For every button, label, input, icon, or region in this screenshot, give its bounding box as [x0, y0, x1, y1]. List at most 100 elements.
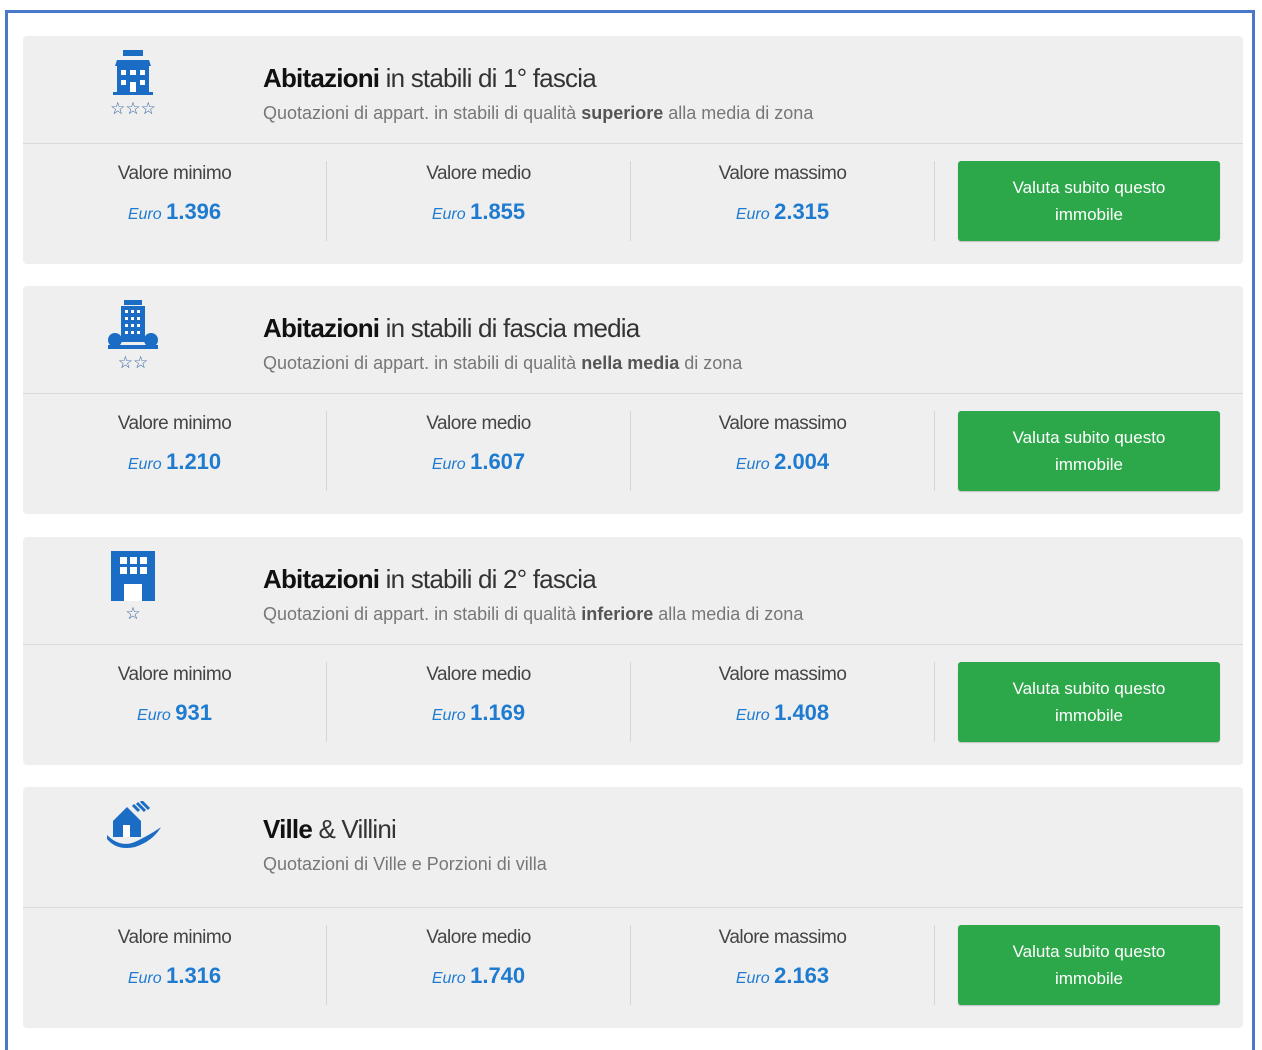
value-label: Valore massimo [718, 664, 847, 685]
value-amount: Euro 1.210 [23, 449, 326, 475]
value-amount: Euro 2.315 [631, 199, 934, 225]
card-title: Ville & Villini [263, 814, 397, 845]
value-avg: Valore medio Euro 1.169 [327, 662, 631, 742]
currency: Euro [127, 456, 162, 473]
currency: Euro [431, 206, 466, 223]
title-rest: in stabili di 2° fascia [379, 564, 597, 594]
value-label: Valore massimo [718, 927, 847, 948]
value-label: Valore minimo [117, 927, 232, 948]
value-amount: Euro 931 [23, 700, 326, 726]
value-avg: Valore medio Euro 1.855 [327, 161, 631, 241]
value-max: Valore massimo Euro 2.004 [631, 411, 935, 491]
subtitle-bold: superiore [581, 103, 664, 123]
value-label: Valore medio [426, 664, 531, 685]
amount: 1.855 [470, 199, 526, 224]
value-min: Valore minimo Euro 1.316 [23, 925, 327, 1005]
amount: 2.315 [774, 199, 830, 224]
card-subtitle: Quotazioni di appart. in stabili di qual… [263, 604, 803, 625]
value-amount: Euro 1.855 [327, 199, 630, 225]
card-title: Abitazioni in stabili di 1° fascia [263, 63, 597, 94]
card-values: Valore minimo Euro 1.316 Valore medio Eu… [23, 908, 1243, 1028]
amount: 1.169 [470, 700, 526, 725]
subtitle-pre: Quotazioni di Ville e Porzioni di villa [263, 854, 547, 874]
evaluate-button[interactable]: Valuta subito questo immobile [958, 411, 1220, 491]
title-rest: in stabili di 1° fascia [379, 63, 597, 93]
value-amount: Euro 2.004 [631, 449, 934, 475]
quality-stars: ☆☆☆ [110, 99, 156, 119]
amount: 1.210 [166, 449, 222, 474]
evaluate-button[interactable]: Valuta subito questo immobile [958, 161, 1220, 241]
currency: Euro [735, 707, 770, 724]
title-rest: in stabili di fascia media [379, 313, 641, 343]
card-header: ☆☆☆ Abitazioni in stabili di 1° fascia Q… [23, 36, 1243, 144]
card-title: Abitazioni in stabili di fascia media [263, 313, 641, 344]
card-header: Ville & Villini Quotazioni di Ville e Po… [23, 787, 1243, 908]
currency: Euro [137, 707, 171, 724]
amount: 2.004 [774, 449, 830, 474]
amount: 1.607 [470, 449, 526, 474]
evaluate-button[interactable]: Valuta subito questo immobile [958, 662, 1220, 742]
amount: 1.408 [774, 700, 830, 725]
value-min: Valore minimo Euro 1.396 [23, 161, 327, 241]
currency: Euro [735, 206, 770, 223]
value-label: Valore minimo [117, 413, 232, 434]
quality-stars: ☆☆ [117, 353, 149, 373]
price-card-second-band: ☆ Abitazioni in stabili di 2° fascia Quo… [23, 537, 1243, 765]
currency: Euro [431, 707, 466, 724]
card-values: Valore minimo Euro 931 Valore medio Euro… [23, 645, 1243, 765]
value-label: Valore massimo [718, 413, 847, 434]
subtitle-post: alla media di zona [663, 103, 814, 123]
value-avg: Valore medio Euro 1.740 [327, 925, 631, 1005]
value-max: Valore massimo Euro 2.315 [631, 161, 935, 241]
subtitle-pre: Quotazioni di appart. in stabili di qual… [263, 353, 582, 373]
currency: Euro [431, 456, 466, 473]
value-amount: Euro 1.169 [327, 700, 630, 726]
value-label: Valore medio [426, 163, 531, 184]
card-title: Abitazioni in stabili di 2° fascia [263, 564, 597, 595]
title-bold: Abitazioni [263, 564, 380, 594]
value-amount: Euro 2.163 [631, 963, 934, 989]
currency: Euro [127, 206, 162, 223]
card-subtitle: Quotazioni di appart. in stabili di qual… [263, 353, 742, 374]
value-label: Valore medio [426, 413, 531, 434]
card-header: ☆ Abitazioni in stabili di 2° fascia Quo… [23, 537, 1243, 645]
amount: 1.740 [470, 963, 526, 988]
tall-building-icon [108, 300, 158, 349]
card-values: Valore minimo Euro 1.396 Valore medio Eu… [23, 144, 1243, 264]
value-label: Valore minimo [117, 163, 232, 184]
value-min: Valore minimo Euro 1.210 [23, 411, 327, 491]
card-values: Valore minimo Euro 1.210 Valore medio Eu… [23, 394, 1243, 514]
title-rest: & Villini [312, 814, 397, 844]
icon-block: ☆ [103, 551, 163, 624]
value-label: Valore minimo [117, 664, 232, 685]
subtitle-pre: Quotazioni di appart. in stabili di qual… [263, 103, 582, 123]
card-subtitle: Quotazioni di appart. in stabili di qual… [263, 103, 813, 124]
currency: Euro [735, 456, 770, 473]
house-villa-icon [113, 50, 153, 95]
icon-block: ☆☆ [103, 300, 163, 373]
value-min: Valore minimo Euro 931 [23, 662, 327, 742]
subtitle-bold: inferiore [581, 604, 654, 624]
amount: 931 [175, 700, 212, 725]
subtitle-post: di zona [679, 353, 743, 373]
title-bold: Ville [263, 814, 313, 844]
price-card-mid-band: ☆☆ Abitazioni in stabili di fascia media… [23, 286, 1243, 514]
title-bold: Abitazioni [263, 63, 380, 93]
value-amount: Euro 1.316 [23, 963, 326, 989]
currency: Euro [735, 970, 770, 987]
villa-hand-icon [107, 801, 161, 848]
price-card-villas: Ville & Villini Quotazioni di Ville e Po… [23, 787, 1243, 1028]
icon-block [103, 801, 163, 851]
value-max: Valore massimo Euro 1.408 [631, 662, 935, 742]
quality-stars: ☆ [125, 604, 141, 624]
value-amount: Euro 1.740 [327, 963, 630, 989]
value-avg: Valore medio Euro 1.607 [327, 411, 631, 491]
evaluate-button[interactable]: Valuta subito questo immobile [958, 925, 1220, 1005]
subtitle-pre: Quotazioni di appart. in stabili di qual… [263, 604, 582, 624]
value-max: Valore massimo Euro 2.163 [631, 925, 935, 1005]
price-card-first-band: ☆☆☆ Abitazioni in stabili di 1° fascia Q… [23, 36, 1243, 264]
value-amount: Euro 1.396 [23, 199, 326, 225]
value-label: Valore massimo [718, 163, 847, 184]
title-bold: Abitazioni [263, 313, 380, 343]
currency: Euro [431, 970, 466, 987]
